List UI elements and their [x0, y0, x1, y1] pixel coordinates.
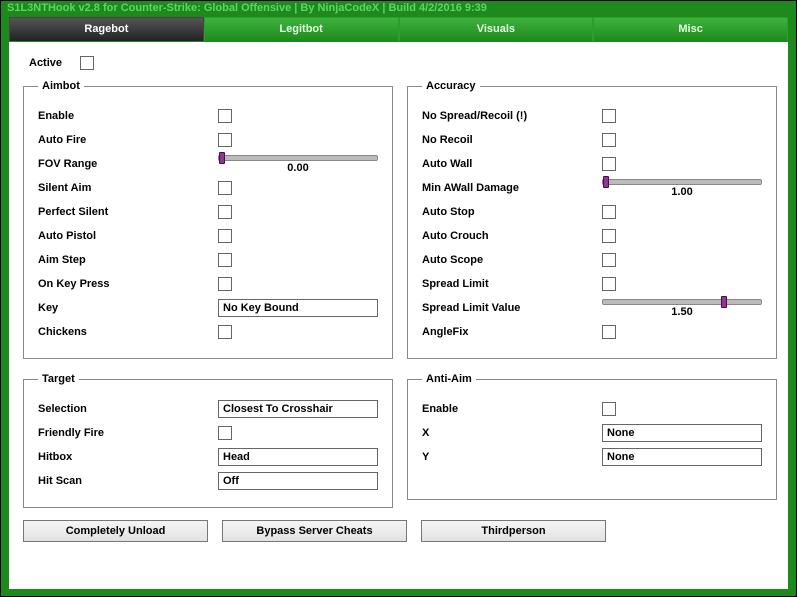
thirdperson-button[interactable]: Thirdperson — [421, 520, 606, 542]
antiaim-legend: Anti-Aim — [422, 373, 476, 385]
fov-slider[interactable] — [218, 155, 378, 161]
tab-misc[interactable]: Misc — [593, 17, 788, 41]
minawall-value: 1.00 — [671, 186, 692, 198]
bypass-button[interactable]: Bypass Server Cheats — [222, 520, 407, 542]
aimstep-label: Aim Step — [38, 254, 218, 266]
nospread-checkbox[interactable] — [602, 109, 616, 123]
silent-checkbox[interactable] — [218, 181, 232, 195]
target-legend: Target — [38, 373, 79, 385]
aa-enable-checkbox[interactable] — [602, 402, 616, 416]
autocrouch-label: Auto Crouch — [422, 230, 602, 242]
main-panel: Active Aimbot Enable Auto Fire FOV Range… — [9, 42, 788, 589]
aa-enable-label: Enable — [422, 403, 602, 415]
hitscan-label: Hit Scan — [38, 475, 218, 487]
psilent-label: Perfect Silent — [38, 206, 218, 218]
selection-label: Selection — [38, 403, 218, 415]
selection-field[interactable]: Closest To Crosshair — [218, 400, 378, 418]
autoscope-checkbox[interactable] — [602, 253, 616, 267]
autowall-checkbox[interactable] — [602, 157, 616, 171]
psilent-checkbox[interactable] — [218, 205, 232, 219]
aa-y-field[interactable]: None — [602, 448, 762, 466]
tab-visuals[interactable]: Visuals — [399, 17, 594, 41]
aa-x-label: X — [422, 427, 602, 439]
aimbot-legend: Aimbot — [38, 80, 84, 92]
spreadlimit-slider[interactable] — [602, 299, 762, 305]
chickens-label: Chickens — [38, 326, 218, 338]
tab-bar: Ragebot Legitbot Visuals Misc — [1, 17, 796, 41]
aimbot-enable-label: Enable — [38, 110, 218, 122]
autofire-label: Auto Fire — [38, 134, 218, 146]
autofire-checkbox[interactable] — [218, 133, 232, 147]
ff-label: Friendly Fire — [38, 427, 218, 439]
target-group: Target SelectionClosest To Crosshair Fri… — [23, 373, 393, 508]
norecoil-label: No Recoil — [422, 134, 602, 146]
window-frame: S1L3NTHook v2.8 for Counter-Strike: Glob… — [0, 0, 797, 597]
autowall-label: Auto Wall — [422, 158, 602, 170]
hitbox-label: Hitbox — [38, 451, 218, 463]
onkey-label: On Key Press — [38, 278, 218, 290]
active-label: Active — [29, 57, 62, 69]
accuracy-legend: Accuracy — [422, 80, 480, 92]
autostop-checkbox[interactable] — [602, 205, 616, 219]
autopistol-checkbox[interactable] — [218, 229, 232, 243]
right-column: Accuracy No Spread/Recoil (!) No Recoil … — [407, 80, 777, 508]
minawall-label: Min AWall Damage — [422, 182, 602, 194]
aimbot-enable-checkbox[interactable] — [218, 109, 232, 123]
autostop-label: Auto Stop — [422, 206, 602, 218]
onkey-checkbox[interactable] — [218, 277, 232, 291]
ff-checkbox[interactable] — [218, 426, 232, 440]
antiaim-group: Anti-Aim Enable XNone YNone — [407, 373, 777, 500]
left-column: Aimbot Enable Auto Fire FOV Range 0.00 S… — [23, 80, 393, 508]
hitbox-field[interactable]: Head — [218, 448, 378, 466]
minawall-slider[interactable] — [602, 179, 762, 185]
anglefix-label: AngleFix — [422, 326, 602, 338]
fov-value: 0.00 — [287, 162, 308, 174]
accuracy-group: Accuracy No Spread/Recoil (!) No Recoil … — [407, 80, 777, 359]
spreadlimit-label: Spread Limit — [422, 278, 602, 290]
spreadlimit-checkbox[interactable] — [602, 277, 616, 291]
anglefix-checkbox[interactable] — [602, 325, 616, 339]
autocrouch-checkbox[interactable] — [602, 229, 616, 243]
title-bar: S1L3NTHook v2.8 for Counter-Strike: Glob… — [1, 1, 796, 17]
columns: Aimbot Enable Auto Fire FOV Range 0.00 S… — [9, 80, 788, 508]
button-row: Completely Unload Bypass Server Cheats T… — [9, 508, 788, 542]
tab-ragebot[interactable]: Ragebot — [9, 17, 204, 41]
aa-x-field[interactable]: None — [602, 424, 762, 442]
key-field[interactable]: No Key Bound — [218, 299, 378, 317]
hitscan-field[interactable]: Off — [218, 472, 378, 490]
active-checkbox[interactable] — [80, 56, 94, 70]
window-title: S1L3NTHook v2.8 for Counter-Strike: Glob… — [7, 2, 487, 14]
nospread-label: No Spread/Recoil (!) — [422, 110, 602, 122]
active-row: Active — [9, 42, 788, 80]
fov-label: FOV Range — [38, 158, 218, 170]
autoscope-label: Auto Scope — [422, 254, 602, 266]
key-label: Key — [38, 302, 218, 314]
unload-button[interactable]: Completely Unload — [23, 520, 208, 542]
spreadlimitv-label: Spread Limit Value — [422, 302, 602, 314]
tab-legitbot[interactable]: Legitbot — [204, 17, 399, 41]
norecoil-checkbox[interactable] — [602, 133, 616, 147]
chickens-checkbox[interactable] — [218, 325, 232, 339]
aa-y-label: Y — [422, 451, 602, 463]
spreadlimit-value: 1.50 — [671, 306, 692, 318]
aimstep-checkbox[interactable] — [218, 253, 232, 267]
autopistol-label: Auto Pistol — [38, 230, 218, 242]
aimbot-group: Aimbot Enable Auto Fire FOV Range 0.00 S… — [23, 80, 393, 359]
silent-label: Silent Aim — [38, 182, 218, 194]
